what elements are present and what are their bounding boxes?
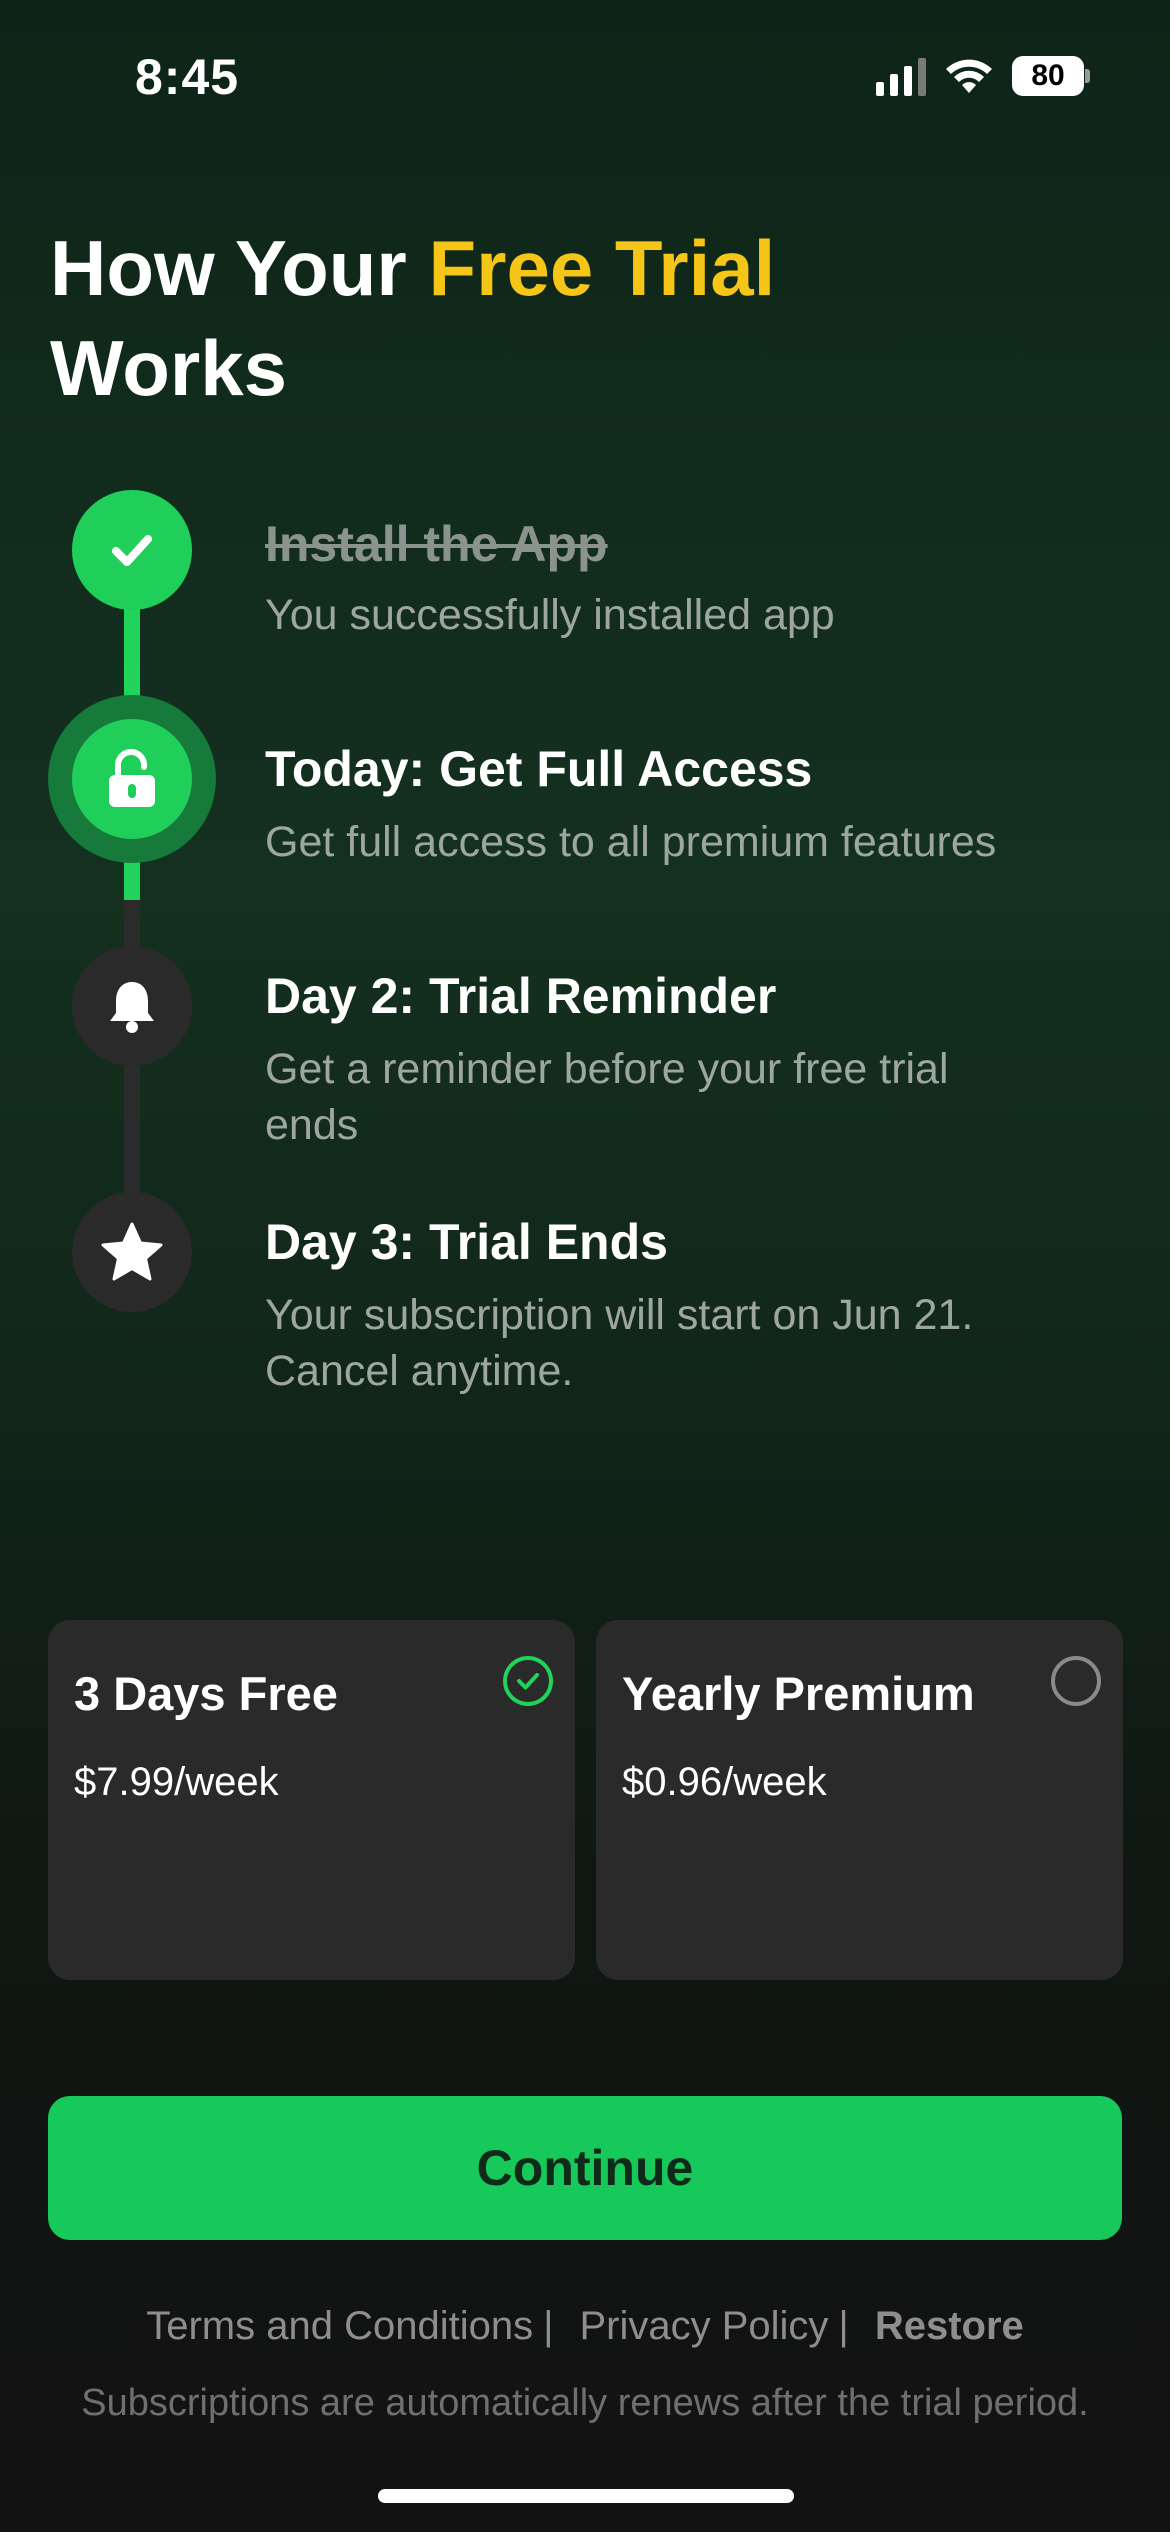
star-icon <box>72 1192 192 1312</box>
footer-separator: | <box>838 2304 849 2348</box>
plan-name: 3 Days Free <box>74 1667 338 1720</box>
plan-price: $0.96/week <box>622 1760 827 1804</box>
step-desc-trial-ends: Your subscription will start on Jun 21. … <box>265 1291 974 1395</box>
radio-unselected-icon[interactable] <box>1051 1656 1101 1706</box>
terms-link[interactable]: Terms and Conditions <box>146 2304 533 2349</box>
plan-name: Yearly Premium <box>622 1667 975 1720</box>
privacy-link[interactable]: Privacy Policy <box>579 2304 828 2349</box>
home-indicator[interactable] <box>378 2489 794 2503</box>
check-icon <box>72 490 192 610</box>
step-desc-install: You successfully installed app <box>265 591 835 639</box>
plan-price: $7.99/week <box>74 1760 279 1804</box>
unlock-icon <box>72 719 192 839</box>
step-title-reminder: Day 2: Trial Reminder <box>265 968 777 1024</box>
footer-links: Terms and Conditions | Privacy Policy | … <box>0 2304 1170 2349</box>
footer-separator: | <box>543 2304 554 2348</box>
step-title-install: Install the App <box>265 516 608 572</box>
plan-card-yearly-premium[interactable]: Yearly Premium $0.96/week <box>596 1620 1123 1980</box>
step-title-trial-ends: Day 3: Trial Ends <box>265 1214 668 1270</box>
plan-card-3-days-free[interactable]: 3 Days Free $7.99/week <box>48 1620 575 1980</box>
bell-icon <box>72 946 192 1066</box>
step-desc-full-access: Get full access to all premium features <box>265 818 997 866</box>
step-desc-reminder: Get a reminder before your free trial en… <box>265 1045 949 1149</box>
trial-timeline: Install the App You successfully install… <box>0 0 1170 1420</box>
subscription-note: Subscriptions are automatically renews a… <box>81 2382 1089 2424</box>
continue-button[interactable]: Continue <box>48 2096 1122 2240</box>
restore-link[interactable]: Restore <box>875 2304 1024 2349</box>
radio-selected-check-icon[interactable] <box>503 1656 553 1706</box>
step-title-full-access: Today: Get Full Access <box>265 741 813 797</box>
